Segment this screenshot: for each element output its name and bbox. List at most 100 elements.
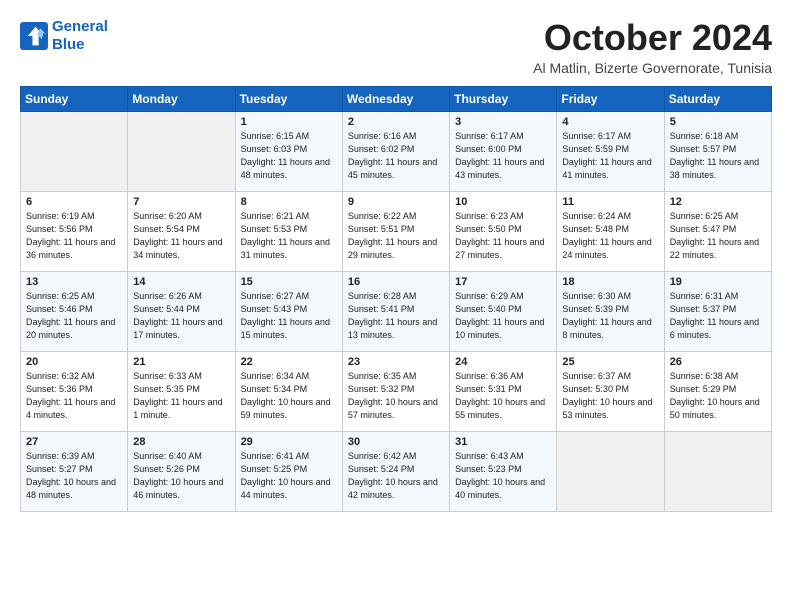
day-info: Sunrise: 6:20 AM Sunset: 5:54 PM Dayligh… [133,210,229,262]
day-number: 24 [455,356,551,368]
day-number: 4 [562,116,658,128]
calendar-cell [21,111,128,191]
day-number: 27 [26,436,122,448]
day-number: 6 [26,196,122,208]
day-number: 14 [133,276,229,288]
calendar-week-5: 27 Sunrise: 6:39 AM Sunset: 5:27 PM Dayli… [21,431,772,511]
calendar-cell: 3 Sunrise: 6:17 AM Sunset: 6:00 PM Daylig… [450,111,557,191]
calendar-cell: 28Sunrise: 6:40 AM Sunset: 5:26 PM Dayli… [128,431,235,511]
day-number: 12 [670,196,766,208]
calendar-cell: 19 Sunrise: 6:31 AM Sunset: 5:37 PM Dayli… [664,271,771,351]
day-number: 23 [348,356,444,368]
calendar-cell: 24 Sunrise: 6:36 AM Sunset: 5:31 PM Dayli… [450,351,557,431]
day-info: Sunrise: 6:32 AM Sunset: 5:36 PM Dayligh… [26,370,122,422]
weekday-header-row: SundayMondayTuesdayWednesdayThursdayFrid… [21,86,772,111]
month-title: October 2024 [533,18,772,58]
day-info: Sunrise: 6:39 AM Sunset: 5:27 PM Dayligh… [26,450,122,502]
calendar-cell [128,111,235,191]
calendar-cell: 10 Sunrise: 6:23 AM Sunset: 5:50 PM Dayli… [450,191,557,271]
day-number: 31 [455,436,551,448]
calendar-cell [557,431,664,511]
calendar-cell: 7Sunrise: 6:20 AM Sunset: 5:54 PM Daylig… [128,191,235,271]
calendar-cell: 14 Sunrise: 6:26 AM Sunset: 5:44 PM Dayli… [128,271,235,351]
calendar-cell: 29Sunrise: 6:41 AM Sunset: 5:25 PM Dayli… [235,431,342,511]
calendar-cell: 21 Sunrise: 6:33 AM Sunset: 5:35 PM Dayli… [128,351,235,431]
calendar-cell: 5Sunrise: 6:18 AM Sunset: 5:57 PM Daylig… [664,111,771,191]
day-number: 11 [562,196,658,208]
logo: General Blue [20,18,108,54]
day-info: Sunrise: 6:18 AM Sunset: 5:57 PM Dayligh… [670,130,766,182]
day-info: Sunrise: 6:36 AM Sunset: 5:31 PM Dayligh… [455,370,551,422]
calendar-cell: 16Sunrise: 6:28 AM Sunset: 5:41 PM Dayli… [342,271,449,351]
calendar-cell: 20 Sunrise: 6:32 AM Sunset: 5:36 PM Dayli… [21,351,128,431]
day-info: Sunrise: 6:29 AM Sunset: 5:40 PM Dayligh… [455,290,551,342]
day-number: 2 [348,116,444,128]
weekday-header-wednesday: Wednesday [342,86,449,111]
day-info: Sunrise: 6:24 AM Sunset: 5:48 PM Dayligh… [562,210,658,262]
day-info: Sunrise: 6:23 AM Sunset: 5:50 PM Dayligh… [455,210,551,262]
day-number: 18 [562,276,658,288]
page: General Blue October 2024 Al Matlin, Biz… [0,0,792,530]
day-info: Sunrise: 6:33 AM Sunset: 5:35 PM Dayligh… [133,370,229,422]
calendar-cell: 9 Sunrise: 6:22 AM Sunset: 5:51 PM Daylig… [342,191,449,271]
day-info: Sunrise: 6:16 AM Sunset: 6:02 PM Dayligh… [348,130,444,182]
calendar-cell [664,431,771,511]
day-number: 21 [133,356,229,368]
calendar-cell: 2 Sunrise: 6:16 AM Sunset: 6:02 PM Daylig… [342,111,449,191]
day-info: Sunrise: 6:31 AM Sunset: 5:37 PM Dayligh… [670,290,766,342]
day-info: Sunrise: 6:19 AM Sunset: 5:56 PM Dayligh… [26,210,122,262]
day-info: Sunrise: 6:22 AM Sunset: 5:51 PM Dayligh… [348,210,444,262]
calendar-cell: 1 Sunrise: 6:15 AM Sunset: 6:03 PM Daylig… [235,111,342,191]
weekday-header-thursday: Thursday [450,86,557,111]
weekday-header-sunday: Sunday [21,86,128,111]
day-number: 17 [455,276,551,288]
location-title: Al Matlin, Bizerte Governorate, Tunisia [533,60,772,76]
calendar-cell: 13 Sunrise: 6:25 AM Sunset: 5:46 PM Dayli… [21,271,128,351]
day-info: Sunrise: 6:26 AM Sunset: 5:44 PM Dayligh… [133,290,229,342]
day-number: 10 [455,196,551,208]
day-number: 19 [670,276,766,288]
day-number: 15 [241,276,337,288]
logo-line1: General [52,18,108,35]
day-info: Sunrise: 6:30 AM Sunset: 5:39 PM Dayligh… [562,290,658,342]
calendar-week-4: 20 Sunrise: 6:32 AM Sunset: 5:36 PM Dayli… [21,351,772,431]
title-block: October 2024 Al Matlin, Bizerte Governor… [533,18,772,76]
day-number: 22 [241,356,337,368]
calendar-cell: 4 Sunrise: 6:17 AM Sunset: 5:59 PM Daylig… [557,111,664,191]
day-info: Sunrise: 6:25 AM Sunset: 5:46 PM Dayligh… [26,290,122,342]
logo-line2: Blue [52,36,85,53]
day-info: Sunrise: 6:37 AM Sunset: 5:30 PM Dayligh… [562,370,658,422]
day-info: Sunrise: 6:15 AM Sunset: 6:03 PM Dayligh… [241,130,337,182]
day-number: 28 [133,436,229,448]
day-number: 13 [26,276,122,288]
day-number: 30 [348,436,444,448]
day-info: Sunrise: 6:25 AM Sunset: 5:47 PM Dayligh… [670,210,766,262]
weekday-header-tuesday: Tuesday [235,86,342,111]
calendar-table: SundayMondayTuesdayWednesdayThursdayFrid… [20,86,772,512]
logo-text: General Blue [52,18,108,54]
calendar-body: 1 Sunrise: 6:15 AM Sunset: 6:03 PM Daylig… [21,111,772,511]
day-info: Sunrise: 6:17 AM Sunset: 6:00 PM Dayligh… [455,130,551,182]
calendar-cell: 26Sunrise: 6:38 AM Sunset: 5:29 PM Dayli… [664,351,771,431]
day-info: Sunrise: 6:35 AM Sunset: 5:32 PM Dayligh… [348,370,444,422]
calendar-week-2: 6 Sunrise: 6:19 AM Sunset: 5:56 PM Daylig… [21,191,772,271]
calendar-cell: 18 Sunrise: 6:30 AM Sunset: 5:39 PM Dayli… [557,271,664,351]
calendar-header: SundayMondayTuesdayWednesdayThursdayFrid… [21,86,772,111]
day-number: 1 [241,116,337,128]
day-info: Sunrise: 6:17 AM Sunset: 5:59 PM Dayligh… [562,130,658,182]
day-number: 20 [26,356,122,368]
day-number: 3 [455,116,551,128]
calendar-cell: 22Sunrise: 6:34 AM Sunset: 5:34 PM Dayli… [235,351,342,431]
weekday-header-monday: Monday [128,86,235,111]
calendar-cell: 31 Sunrise: 6:43 AM Sunset: 5:23 PM Dayli… [450,431,557,511]
calendar-cell: 25Sunrise: 6:37 AM Sunset: 5:30 PM Dayli… [557,351,664,431]
calendar-cell: 15Sunrise: 6:27 AM Sunset: 5:43 PM Dayli… [235,271,342,351]
day-info: Sunrise: 6:21 AM Sunset: 5:53 PM Dayligh… [241,210,337,262]
day-info: Sunrise: 6:28 AM Sunset: 5:41 PM Dayligh… [348,290,444,342]
header: General Blue October 2024 Al Matlin, Biz… [20,18,772,76]
logo-icon [20,22,48,50]
calendar-cell: 12 Sunrise: 6:25 AM Sunset: 5:47 PM Dayli… [664,191,771,271]
day-number: 9 [348,196,444,208]
calendar-cell: 30Sunrise: 6:42 AM Sunset: 5:24 PM Dayli… [342,431,449,511]
day-info: Sunrise: 6:43 AM Sunset: 5:23 PM Dayligh… [455,450,551,502]
